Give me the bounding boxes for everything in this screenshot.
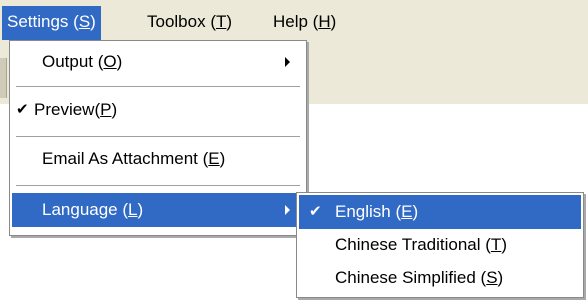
menu-help-label: Help (H) bbox=[273, 12, 337, 31]
menu-item-preview[interactable]: ✔ Preview(P) bbox=[12, 93, 304, 127]
menu-item-email-attachment-label: Email As Attachment (E) bbox=[42, 149, 226, 168]
settings-menu: Output (O) ✔ Preview(P) Email As Attachm… bbox=[9, 40, 307, 236]
menu-item-chinese-traditional-label: Chinese Traditional (T) bbox=[335, 235, 507, 254]
menu-item-email-attachment[interactable]: Email As Attachment (E) bbox=[12, 142, 304, 176]
check-icon: ✔ bbox=[309, 203, 322, 220]
menu-bar: Settings (S) Toolbox (T) Help (H) bbox=[0, 0, 588, 40]
menu-item-english[interactable]: ✔ English (E) bbox=[299, 195, 581, 229]
submenu-arrow-icon bbox=[285, 57, 290, 67]
check-icon: ✔ bbox=[16, 101, 29, 118]
menu-settings-label: Settings (S) bbox=[7, 12, 96, 31]
menu-item-language[interactable]: Language (L) bbox=[12, 193, 304, 227]
menu-help[interactable]: Help (H) bbox=[268, 6, 341, 40]
menu-item-chinese-simplified[interactable]: Chinese Simplified (S) bbox=[299, 261, 581, 295]
menu-separator bbox=[16, 136, 300, 138]
menu-toolbox[interactable]: Toolbox (T) bbox=[142, 6, 237, 40]
menu-settings[interactable]: Settings (S) bbox=[2, 6, 101, 40]
menu-item-english-label: English (E) bbox=[335, 202, 419, 221]
submenu-arrow-icon bbox=[285, 205, 290, 215]
menu-item-chinese-traditional[interactable]: Chinese Traditional (T) bbox=[299, 228, 581, 262]
menu-separator bbox=[16, 185, 300, 187]
language-submenu: ✔ English (E) Chinese Traditional (T) Ch… bbox=[296, 192, 584, 298]
menu-item-language-label: Language (L) bbox=[42, 200, 144, 219]
menu-item-output[interactable]: Output (O) bbox=[12, 45, 304, 79]
menu-separator bbox=[16, 86, 300, 88]
menu-item-output-label: Output (O) bbox=[42, 52, 123, 71]
menu-item-chinese-simplified-label: Chinese Simplified (S) bbox=[335, 268, 504, 287]
window-edge bbox=[0, 58, 7, 98]
menu-item-preview-label: Preview(P) bbox=[34, 100, 118, 119]
menu-toolbox-label: Toolbox (T) bbox=[147, 12, 233, 31]
